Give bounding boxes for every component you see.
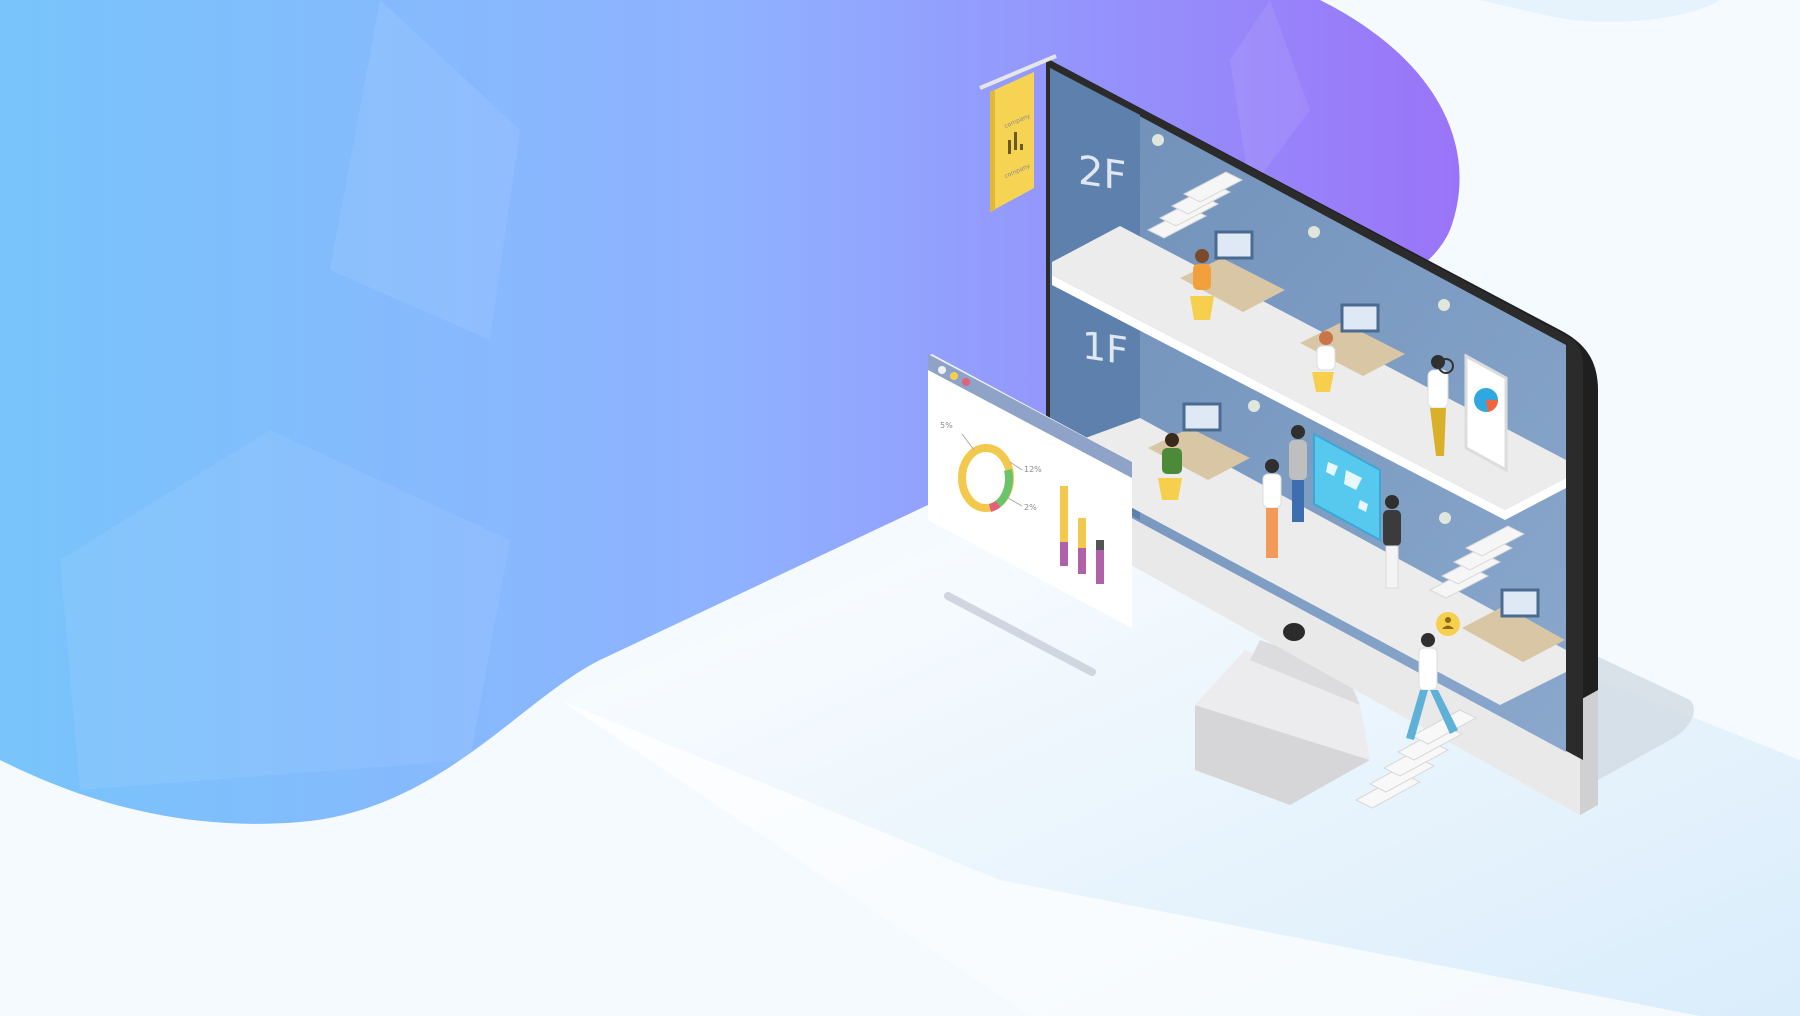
- phone-pie-icon: [1464, 353, 1508, 473]
- donut-label-3: 2%: [1024, 503, 1037, 512]
- user-bubble-icon: [1436, 612, 1460, 636]
- hero-illustration: 2F 1F company company 5% 12% 2%: [0, 0, 1800, 1016]
- window-dot-icon: [938, 366, 946, 374]
- monitor-logo-icon: [1283, 623, 1305, 641]
- floor-label-2f: 2F: [1078, 148, 1126, 201]
- window-dot-icon: [962, 378, 970, 386]
- floor-label-1f: 1F: [1082, 324, 1128, 374]
- donut-label-2: 12%: [1024, 465, 1042, 474]
- window-dot-icon: [950, 372, 958, 380]
- donut-label-1: 5%: [940, 421, 953, 430]
